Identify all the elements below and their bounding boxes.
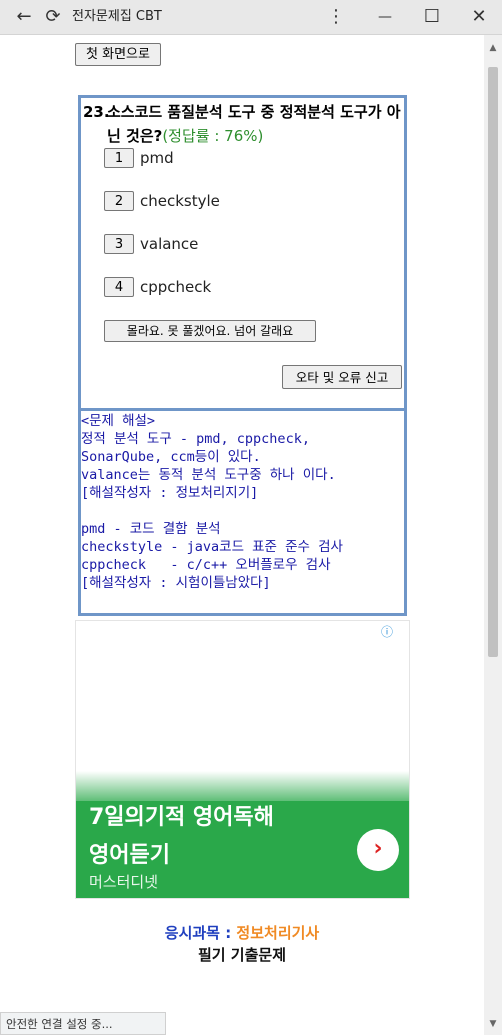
minimize-icon[interactable]: — — [371, 0, 399, 34]
scroll-up-icon[interactable]: ▲ — [484, 41, 502, 55]
ad-headline-2[interactable]: 영어듣기 — [89, 837, 170, 869]
maximize-icon[interactable]: ☐ — [418, 0, 446, 34]
option-2-text: checkstyle — [140, 192, 220, 210]
explanation-line: [해설작성자 : 시험이틀남았다] — [81, 575, 271, 591]
option-2-button[interactable]: 2 — [104, 191, 134, 211]
subject-label: 응시과목 : — [164, 924, 237, 942]
home-button[interactable]: 첫 화면으로 — [75, 43, 161, 66]
option-4-text: cppcheck — [140, 278, 212, 296]
exam-type: 필기 기출문제 — [197, 946, 287, 964]
window-title: 전자문제집 CBT — [72, 9, 162, 24]
subject-line: 응시과목 : 정보처리기사 — [0, 922, 484, 943]
scroll-down-icon[interactable]: ▼ — [484, 1017, 502, 1031]
option-1-text: pmd — [140, 149, 174, 167]
close-icon[interactable]: ✕ — [465, 0, 493, 34]
explanation-line: SonarQube, ccm등이 있다. — [81, 449, 261, 465]
option-3-button[interactable]: 3 — [104, 234, 134, 254]
scrollbar-thumb[interactable] — [488, 67, 498, 657]
back-icon[interactable]: ← — [10, 0, 38, 34]
explanation-line: <문제 해설> — [81, 413, 156, 429]
browser-titlebar: ← ⟳ 전자문제집 CBT ⋮ — ☐ ✕ — [0, 0, 502, 35]
reload-icon[interactable]: ⟳ — [39, 0, 67, 34]
ad-headline[interactable]: 7일의기적 영어독해 — [89, 799, 274, 831]
explanation-line: [해설작성자 : 정보처리지기] — [81, 485, 259, 501]
ad-arrow-icon[interactable]: › — [357, 829, 399, 871]
explanation-line: 정적 분석 도구 - pmd, cppcheck, — [81, 431, 310, 447]
correct-rate: (정답률 : 76%) — [162, 127, 264, 145]
ad-brand[interactable]: 머스터디넷 — [89, 871, 158, 892]
ad-info-icon[interactable]: ⓘ — [381, 623, 393, 640]
option-4-button[interactable]: 4 — [104, 277, 134, 297]
option-1-button[interactable]: 1 — [104, 148, 134, 168]
explanation-line: cppcheck - c/c++ 오버플로우 검사 — [81, 557, 331, 573]
explanation-line: valance는 동적 분석 도구중 하나 이다. — [81, 467, 336, 483]
subject-link[interactable]: 정보처리기사 — [236, 924, 319, 942]
menu-icon[interactable]: ⋮ — [322, 0, 350, 34]
question-text: 소스코드 품질분석 도구 중 정적분석 도구가 아닌 것은?(정답률 : 76%… — [107, 103, 401, 145]
question-number: 23. — [83, 103, 110, 121]
report-error-button[interactable]: 오타 및 오류 신고 — [282, 365, 402, 389]
skip-button[interactable]: 몰라요. 못 풀겠어요. 넘어 갈래요 — [104, 320, 316, 342]
advertisement[interactable]: ⓘ 7일의기적 영어독해 영어듣기 머스터디넷 › — [75, 620, 410, 899]
explanation-line: pmd - 코드 결함 분석 — [81, 521, 221, 537]
status-bar: 안전한 연결 설정 중... — [0, 1012, 166, 1035]
explanation-line: checkstyle - java코드 표준 준수 검사 — [81, 539, 343, 555]
option-3-text: valance — [140, 235, 199, 253]
question-title: 23. 소스코드 품질분석 도구 중 정적분석 도구가 아닌 것은?(정답률 :… — [83, 100, 403, 148]
vertical-scrollbar[interactable]: ▲ ▼ — [484, 35, 502, 1035]
